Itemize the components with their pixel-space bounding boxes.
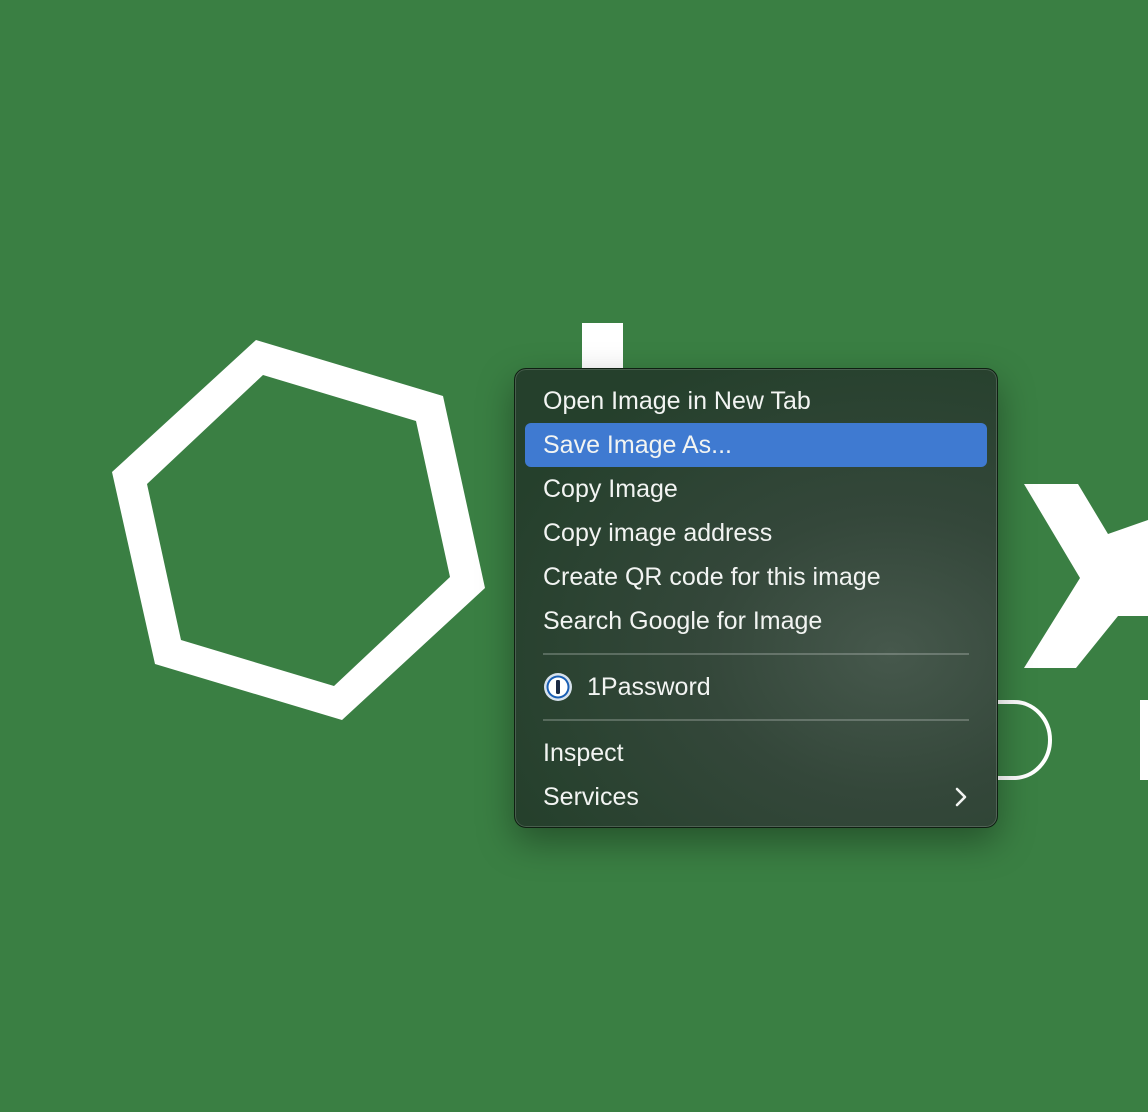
1password-icon xyxy=(543,672,573,702)
menu-item-label: Inspect xyxy=(543,739,624,767)
menu-separator xyxy=(543,719,969,721)
menu-item-label: Copy Image xyxy=(543,475,678,503)
menu-item-label: Open Image in New Tab xyxy=(543,387,811,415)
menu-item-label: Save Image As... xyxy=(543,431,732,459)
menu-item-save-image-as[interactable]: Save Image As... xyxy=(525,423,987,467)
menu-item-services[interactable]: Services xyxy=(525,775,987,819)
menu-item-copy-image-address[interactable]: Copy image address xyxy=(525,511,987,555)
menu-item-label: Services xyxy=(543,783,639,811)
menu-item-label: Search Google for Image xyxy=(543,607,823,635)
menu-item-label: 1Password xyxy=(587,673,711,701)
menu-item-inspect[interactable]: Inspect xyxy=(525,731,987,775)
letter-x-fragment xyxy=(1024,484,1148,668)
letter-l-fragment xyxy=(1140,700,1148,780)
hexagon-logo-icon xyxy=(112,340,485,720)
menu-item-1password[interactable]: 1Password xyxy=(525,665,987,709)
chevron-right-icon xyxy=(951,775,971,819)
letter-d-fragment xyxy=(998,700,1052,780)
menu-item-create-qr-code[interactable]: Create QR code for this image xyxy=(525,555,987,599)
menu-separator xyxy=(543,653,969,655)
menu-item-open-image-new-tab[interactable]: Open Image in New Tab xyxy=(525,379,987,423)
context-menu: Open Image in New Tab Save Image As... C… xyxy=(514,368,998,828)
menu-item-search-google-image[interactable]: Search Google for Image xyxy=(525,599,987,643)
menu-item-label: Create QR code for this image xyxy=(543,563,881,591)
menu-item-copy-image[interactable]: Copy Image xyxy=(525,467,987,511)
letter-fragment xyxy=(582,323,623,373)
menu-item-label: Copy image address xyxy=(543,519,773,547)
